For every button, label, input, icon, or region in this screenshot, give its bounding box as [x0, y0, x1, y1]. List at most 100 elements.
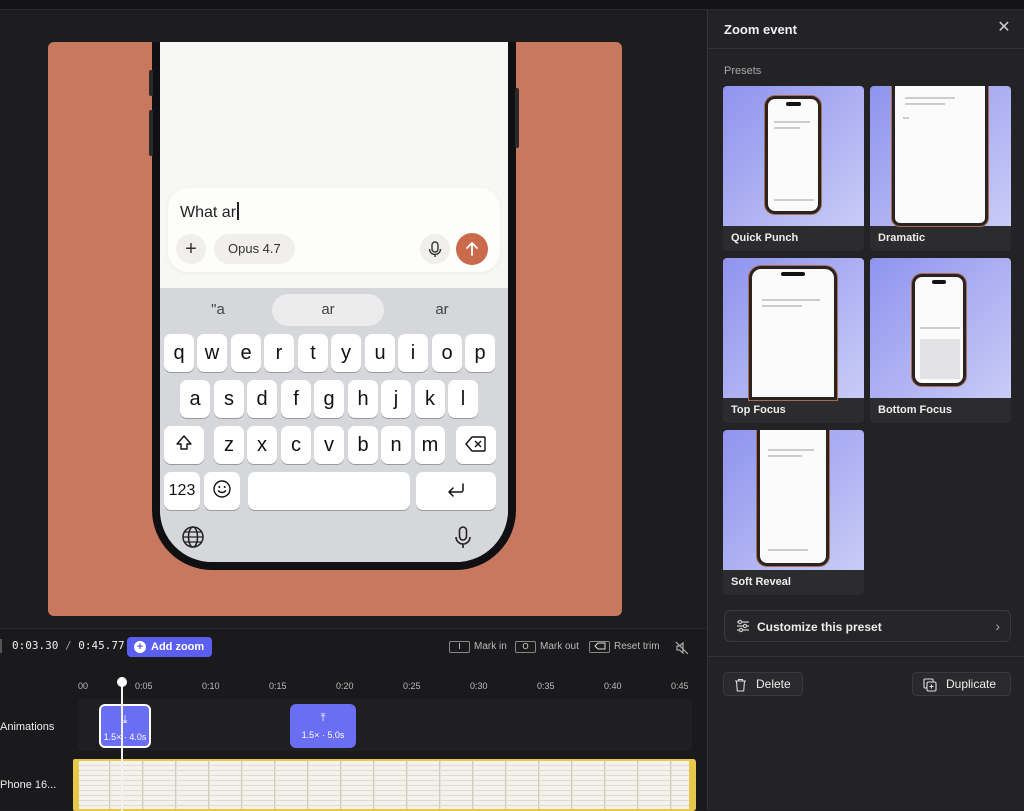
preset-card-soft-reveal[interactable]: Soft Reveal — [723, 430, 864, 595]
preset-card-bottom-focus[interactable]: Bottom Focus — [870, 258, 1011, 423]
key-n[interactable]: n — [381, 426, 411, 464]
key-z[interactable]: z — [214, 426, 244, 464]
playhead[interactable] — [121, 677, 123, 811]
preset-card-dramatic[interactable]: Dramatic — [870, 86, 1011, 251]
dictation-mic-icon[interactable] — [450, 524, 480, 554]
key-s[interactable]: s — [214, 380, 244, 418]
key-q[interactable]: q — [164, 334, 194, 372]
preset-name: Bottom Focus — [878, 404, 952, 416]
divider — [708, 48, 1024, 49]
attach-plus-button[interactable]: + — [176, 234, 206, 264]
add-zoom-button[interactable]: + Add zoom — [127, 637, 213, 657]
ruler-tick-label: 0:20 — [336, 681, 354, 691]
preset-name: Quick Punch — [731, 232, 799, 244]
ios-keyboard: "a ar ar q w e r t y u i o p a s d f g h… — [160, 288, 508, 562]
sliders-icon — [736, 619, 750, 633]
mute-icon[interactable] — [675, 641, 689, 660]
ruler-tick-label: 0:30 — [470, 681, 488, 691]
key-p[interactable]: p — [465, 334, 495, 372]
key-c[interactable]: c — [281, 426, 311, 464]
duplicate-button[interactable]: Duplicate — [912, 672, 1011, 696]
video-frame — [111, 761, 143, 809]
presets-heading: Presets — [724, 65, 762, 77]
ruler-tick-label: 00 — [78, 681, 89, 691]
timeline-panel: 0:03.30 / 0:45.77 + Add zoom I Mark in O… — [0, 628, 707, 811]
key-u[interactable]: u — [365, 334, 395, 372]
key-j[interactable]: j — [381, 380, 411, 418]
trim-handle-left[interactable] — [73, 759, 79, 811]
ruler-tick-label: 0:40 — [604, 681, 622, 691]
total-time: 0:45.77 — [78, 639, 125, 652]
preset-thumbnail — [723, 258, 864, 400]
shift-key[interactable] — [164, 426, 204, 464]
ruler-tick-label: 0:35 — [537, 681, 555, 691]
video-track[interactable] — [76, 759, 696, 811]
key-r[interactable]: r — [264, 334, 294, 372]
time-ruler[interactable]: 00 0:05 0:10 0:15 0:20 0:25 0:30 0:35 0:… — [78, 681, 698, 695]
playhead-knob[interactable] — [117, 677, 127, 687]
message-composer[interactable]: What ar + Opus 4.7 — [168, 188, 500, 272]
preview-backdrop: What ar + Opus 4.7 "a ar ar q w e r t y … — [48, 42, 622, 616]
key-a[interactable]: a — [180, 380, 210, 418]
key-y[interactable]: y — [331, 334, 361, 372]
trim-handle-right[interactable] — [689, 759, 695, 811]
preset-card-quick-punch[interactable]: Quick Punch — [723, 86, 864, 251]
duplicate-icon — [923, 677, 937, 699]
animations-track[interactable] — [78, 699, 692, 751]
plus-icon: + — [134, 641, 146, 653]
time-separator: / — [64, 639, 72, 652]
numbers-key[interactable]: 123 — [164, 472, 200, 510]
key-f[interactable]: f — [281, 380, 311, 418]
key-d[interactable]: d — [247, 380, 277, 418]
model-selector[interactable]: Opus 4.7 — [214, 234, 295, 264]
preset-thumbnail — [870, 258, 1011, 398]
key-v[interactable]: v — [314, 426, 344, 464]
space-key[interactable] — [248, 472, 410, 510]
key-k[interactable]: k — [415, 380, 445, 418]
mic-icon[interactable] — [420, 234, 450, 264]
close-icon[interactable]: ✕ — [994, 18, 1014, 38]
key-h[interactable]: h — [348, 380, 378, 418]
key-o[interactable]: o — [432, 334, 462, 372]
delete-button[interactable]: Delete — [723, 672, 803, 696]
phone-screen: What ar + Opus 4.7 "a ar ar q w e r t y … — [160, 42, 508, 562]
composer-text: What ar — [180, 204, 237, 221]
return-key[interactable] — [416, 472, 496, 510]
globe-icon[interactable] — [180, 524, 210, 554]
text-caret — [237, 202, 239, 220]
video-frame — [507, 761, 539, 809]
backspace-key[interactable] — [456, 426, 496, 464]
zoom-clip[interactable]: ⤓ 1.5× · 4.0s — [99, 704, 151, 748]
key-i[interactable]: i — [398, 334, 428, 372]
reset-trim-label[interactable]: Reset trim — [614, 641, 660, 652]
video-frame — [276, 761, 308, 809]
mark-in-label[interactable]: Mark in — [474, 641, 507, 652]
side-button — [149, 110, 153, 156]
phone-frame: What ar + Opus 4.7 "a ar ar q w e r t y … — [149, 42, 519, 570]
key-x[interactable]: x — [247, 426, 277, 464]
mark-out-label[interactable]: Mark out — [540, 641, 579, 652]
ruler-tick-label: 0:25 — [403, 681, 421, 691]
top-bar — [0, 0, 1024, 10]
key-t[interactable]: t — [298, 334, 328, 372]
emoji-key[interactable] — [204, 472, 240, 510]
key-g[interactable]: g — [314, 380, 344, 418]
suggestion-3[interactable]: ar — [392, 294, 492, 326]
preset-card-top-focus[interactable]: Top Focus — [723, 258, 864, 423]
zoom-up-arrow-icon: ⤒ — [320, 712, 326, 724]
key-e[interactable]: e — [231, 334, 261, 372]
suggestion-2[interactable]: ar — [272, 294, 384, 326]
zoom-clip[interactable]: ⤒ 1.5× · 5.0s — [290, 704, 356, 748]
side-button — [515, 88, 519, 148]
zoom-down-arrow-icon: ⤓ — [122, 714, 128, 726]
suggestion-1[interactable]: "a — [168, 294, 268, 326]
mark-out-key: O — [515, 641, 536, 653]
key-l[interactable]: l — [448, 380, 478, 418]
toolbar-edge — [0, 639, 2, 653]
customize-preset-button[interactable]: Customize this preset › — [724, 610, 1011, 642]
key-w[interactable]: w — [197, 334, 227, 372]
key-m[interactable]: m — [415, 426, 445, 464]
send-button[interactable] — [456, 233, 488, 265]
key-b[interactable]: b — [348, 426, 378, 464]
composer-input[interactable]: What ar — [180, 202, 239, 222]
